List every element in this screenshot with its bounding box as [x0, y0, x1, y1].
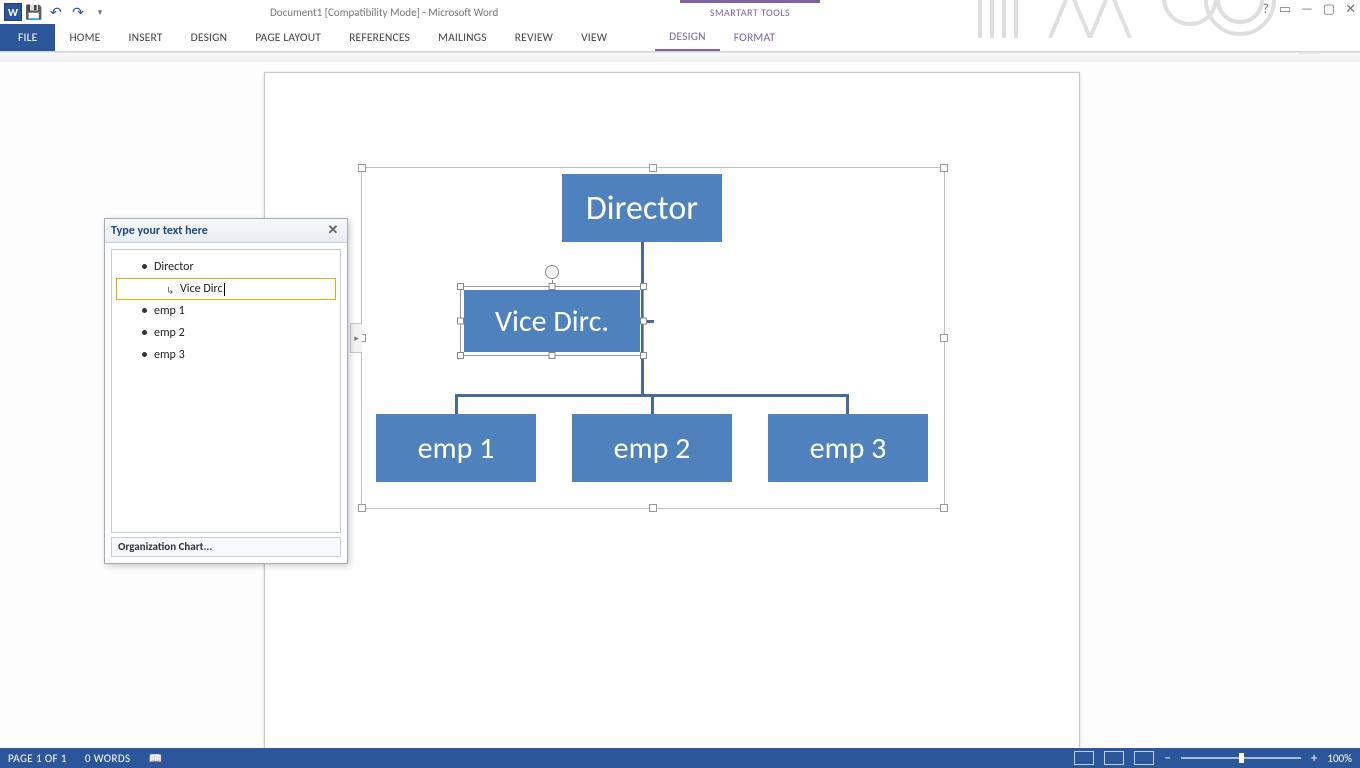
list-item[interactable]: emp 3	[116, 344, 336, 366]
textpane-toggle-icon[interactable]: ▸	[350, 323, 362, 353]
smartart-text-pane[interactable]: Type your text here ✕ Director ↳Vice Dir…	[104, 218, 348, 564]
shape-selection[interactable]	[460, 286, 644, 356]
tab-mailings[interactable]: MAILINGS	[424, 24, 501, 51]
redo-icon[interactable]: ↷	[68, 2, 88, 22]
tab-references[interactable]: REFERENCES	[335, 24, 424, 51]
tab-page-layout[interactable]: PAGE LAYOUT	[241, 24, 335, 51]
close-icon[interactable]: ✕	[1345, 2, 1356, 17]
contextual-tab-smartart: SMARTART TOOLS	[680, 0, 820, 24]
smartart-object[interactable]: ▸ Director Vice Dirc. emp 1 emp 2 emp 3	[361, 167, 945, 509]
node-emp3[interactable]: emp 3	[768, 414, 928, 482]
status-words[interactable]: 0 WORDS	[85, 752, 131, 765]
title-bar: W 💾 ↶ ↷ ▾ Document1 [Compatibility Mode]…	[0, 0, 1360, 24]
view-print-icon[interactable]	[1104, 751, 1124, 765]
help-icon[interactable]: ?	[1263, 2, 1269, 17]
list-item-selected[interactable]: ↳Vice Dirc	[116, 278, 336, 300]
ribbon-tabs: FILE HOME INSERT DESIGN PAGE LAYOUT REFE…	[0, 24, 1360, 52]
undo-icon[interactable]: ↶	[46, 2, 66, 22]
word-app-icon[interactable]: W	[4, 3, 22, 21]
proofing-icon[interactable]: 📖	[148, 752, 162, 765]
textpane-body[interactable]: Director ↳Vice Dirc emp 1 emp 2 emp 3	[111, 249, 341, 533]
node-director[interactable]: Director	[562, 174, 722, 242]
node-emp1[interactable]: emp 1	[376, 414, 536, 482]
page[interactable]: ▸ Director Vice Dirc. emp 1 emp 2 emp 3	[264, 72, 1080, 748]
tab-file[interactable]: FILE	[0, 24, 55, 51]
zoom-slider[interactable]	[1181, 757, 1301, 759]
list-item[interactable]: Director	[116, 256, 336, 278]
connector	[455, 394, 458, 416]
ribbon-options-icon[interactable]: ▭	[1279, 2, 1291, 17]
tab-design[interactable]: DESIGN	[177, 24, 242, 51]
status-page[interactable]: PAGE 1 OF 1	[8, 752, 67, 765]
quick-access-toolbar: W 💾 ↶ ↷ ▾	[0, 2, 110, 22]
tab-insert[interactable]: INSERT	[114, 24, 176, 51]
tab-view[interactable]: VIEW	[567, 24, 621, 51]
status-bar: PAGE 1 OF 1 0 WORDS 📖 − + 100%	[0, 748, 1360, 768]
document-workspace[interactable]: ▸ Director Vice Dirc. emp 1 emp 2 emp 3	[0, 54, 1360, 748]
textpane-header[interactable]: Type your text here ✕	[105, 219, 347, 243]
node-emp2[interactable]: emp 2	[572, 414, 732, 482]
textpane-footer[interactable]: Organization Chart...	[111, 537, 341, 557]
tab-home[interactable]: HOME	[55, 24, 114, 51]
zoom-level[interactable]: 100%	[1327, 752, 1352, 765]
connector	[846, 394, 849, 416]
tab-smartart-format[interactable]: FORMAT	[720, 24, 789, 51]
connector	[651, 394, 654, 416]
list-item[interactable]: emp 1	[116, 300, 336, 322]
document-title: Document1 [Compatibility Mode] - Microso…	[270, 6, 498, 19]
window-controls: ? ▭ — ▢ ✕	[1263, 2, 1356, 17]
view-web-icon[interactable]	[1134, 751, 1154, 765]
view-read-icon[interactable]	[1074, 751, 1094, 765]
zoom-out-icon[interactable]: −	[1164, 751, 1170, 766]
tab-review[interactable]: REVIEW	[501, 24, 567, 51]
zoom-in-icon[interactable]: +	[1311, 751, 1317, 766]
qat-customize-icon[interactable]: ▾	[90, 2, 110, 22]
close-icon[interactable]: ✕	[325, 223, 341, 238]
list-item[interactable]: emp 2	[116, 322, 336, 344]
maximize-icon[interactable]: ▢	[1323, 2, 1335, 17]
textpane-title: Type your text here	[111, 224, 208, 238]
save-icon[interactable]: 💾	[24, 2, 44, 22]
minimize-icon[interactable]: —	[1301, 2, 1313, 17]
tab-smartart-design[interactable]: DESIGN	[655, 24, 720, 51]
rotate-handle-icon[interactable]	[545, 265, 559, 279]
